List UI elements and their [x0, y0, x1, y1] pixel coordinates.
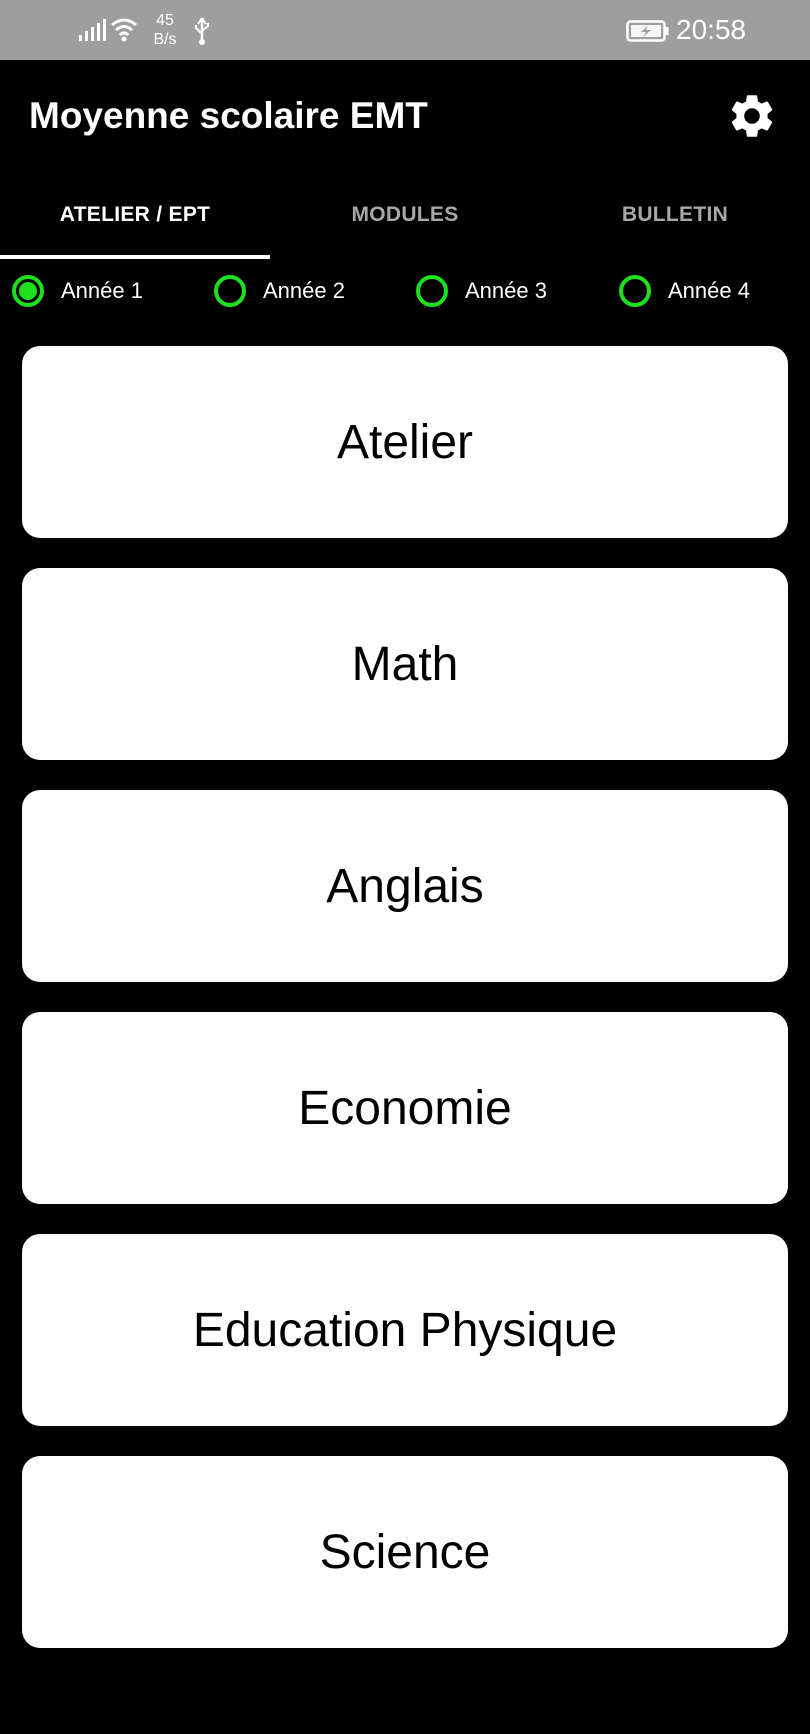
radio-button[interactable]: [416, 275, 448, 307]
network-speed-value: 45: [156, 12, 174, 29]
tab-indicator: [0, 255, 270, 259]
tab-label: ATELIER / EPT: [59, 203, 211, 226]
module-button-science[interactable]: Science: [22, 1456, 788, 1648]
battery-charging-icon: [626, 20, 669, 42]
radio-annee-2[interactable]: Année 2: [214, 268, 345, 314]
module-button-economie[interactable]: Economie: [22, 1012, 788, 1204]
module-label: Atelier: [336, 415, 474, 469]
wifi-icon: [111, 18, 137, 42]
radio-annee-1[interactable]: Année 1: [12, 268, 143, 314]
module-label: Education Physique: [192, 1303, 618, 1357]
network-speed: 45 B/s: [148, 11, 182, 49]
status-bar: 45 B/s 20:58: [0, 0, 810, 60]
radio-dot: [19, 282, 37, 300]
module-button-math[interactable]: Math: [22, 568, 788, 760]
signal-icon: [79, 19, 106, 41]
module-label: Science: [319, 1525, 491, 1579]
module-label: Math: [351, 637, 459, 691]
radio-label: Année 1: [61, 278, 143, 303]
tab-bar: ATELIER / EPT MODULES BULLETIN: [0, 170, 810, 260]
tab-bulletin[interactable]: BULLETIN: [540, 170, 810, 260]
tab-label: BULLETIN: [621, 203, 729, 226]
network-speed-unit: B/s: [153, 31, 177, 48]
radio-label: Année 2: [263, 278, 345, 303]
radio-button[interactable]: [214, 275, 246, 307]
radio-label: Année 3: [465, 278, 547, 303]
usb-icon: [195, 17, 209, 45]
radio-button-selected[interactable]: [12, 275, 44, 307]
module-button-anglais[interactable]: Anglais: [22, 790, 788, 982]
module-label: Economie: [298, 1081, 512, 1135]
status-time: 20:58: [676, 14, 747, 45]
module-label: Anglais: [326, 859, 484, 913]
module-button-education-physique[interactable]: Education Physique: [22, 1234, 788, 1426]
year-radio-group: Année 1 Année 2 Année 3 Année 4: [0, 268, 810, 314]
settings-button[interactable]: [726, 90, 778, 142]
tab-atelier-ept[interactable]: ATELIER / EPT: [0, 170, 270, 260]
tab-modules[interactable]: MODULES: [270, 170, 540, 260]
gear-icon: [731, 95, 773, 137]
app-bar: Moyenne scolaire EMT: [0, 60, 810, 170]
tab-label: MODULES: [351, 203, 459, 226]
radio-label: Année 4: [668, 278, 750, 303]
radio-annee-3[interactable]: Année 3: [416, 268, 547, 314]
radio-button[interactable]: [619, 275, 651, 307]
app-title: Moyenne scolaire EMT: [29, 95, 428, 136]
radio-annee-4[interactable]: Année 4: [619, 268, 750, 314]
module-button-atelier[interactable]: Atelier: [22, 346, 788, 538]
